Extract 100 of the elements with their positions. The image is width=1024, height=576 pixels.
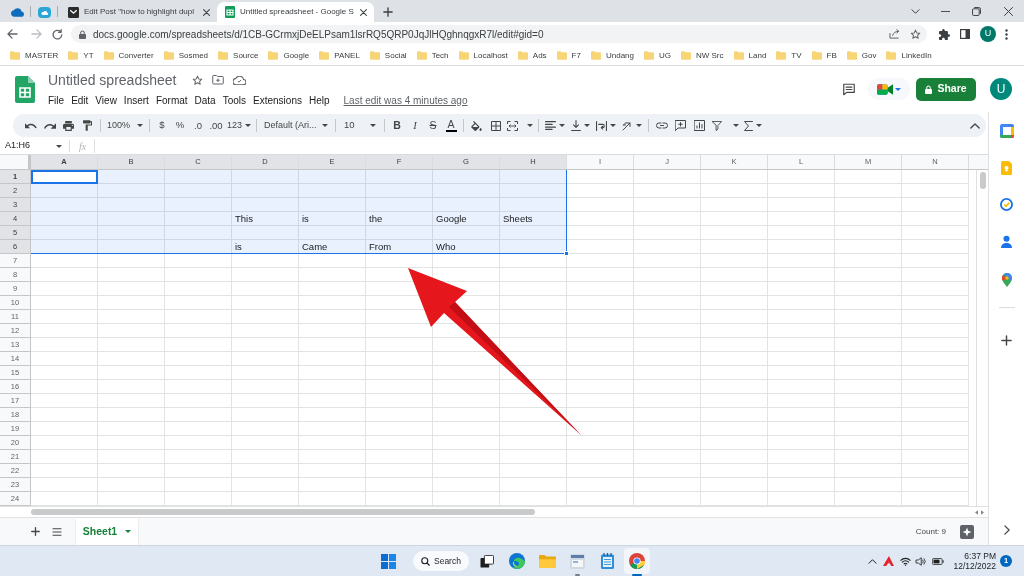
explore-icon[interactable] xyxy=(960,524,974,539)
bold-button[interactable]: B xyxy=(388,117,406,134)
bookmark-link[interactable]: Social xyxy=(384,49,407,62)
share-icon[interactable] xyxy=(889,29,900,39)
notepad-icon[interactable] xyxy=(600,553,614,569)
bookmark-link[interactable]: Land xyxy=(748,49,767,62)
bookmark-link[interactable]: Ads xyxy=(532,49,547,62)
zoom-dropdown[interactable]: 100% xyxy=(104,118,146,133)
caret-icon[interactable] xyxy=(125,530,132,533)
star-icon[interactable] xyxy=(910,28,921,40)
bookmark-link[interactable]: Source xyxy=(233,49,259,62)
chevron-up-icon[interactable] xyxy=(970,122,980,129)
new-tab-plus-icon[interactable] xyxy=(383,7,393,17)
bookmark-link[interactable]: TV xyxy=(791,49,802,62)
bookmark-link[interactable]: Gov xyxy=(861,49,877,62)
folder-move-icon[interactable] xyxy=(212,75,225,85)
caret-icon[interactable] xyxy=(895,87,901,91)
scrollbar-thumb[interactable] xyxy=(31,509,535,515)
account-avatar[interactable]: U xyxy=(990,78,1012,100)
bookmark-link[interactable]: LinkedIn xyxy=(901,49,932,62)
menu-item[interactable]: View xyxy=(95,93,117,108)
caret-icon[interactable] xyxy=(583,124,590,127)
bookmark-link[interactable]: NW Src xyxy=(696,49,724,62)
font-dropdown[interactable]: Default (Ari... xyxy=(260,118,332,133)
chart-icon[interactable] xyxy=(694,120,705,131)
caret-icon[interactable] xyxy=(137,124,143,127)
menu-item[interactable]: Tools xyxy=(222,93,247,108)
bookmark-link[interactable]: PANEL xyxy=(334,49,360,62)
currency-button[interactable]: $ xyxy=(153,118,171,133)
chevron-right-icon[interactable] xyxy=(1003,525,1010,535)
undo-icon[interactable] xyxy=(24,122,37,129)
browser-tab[interactable]: Untitled spreadsheet - Google S xyxy=(217,2,374,22)
bookmark-link[interactable]: MASTER xyxy=(25,49,59,62)
close-icon[interactable] xyxy=(1003,6,1013,16)
star-icon[interactable] xyxy=(192,74,204,86)
add-comment-icon[interactable] xyxy=(675,120,686,131)
contacts-person-icon[interactable] xyxy=(1001,235,1012,248)
italic-button[interactable]: I xyxy=(406,117,424,134)
merge-cells-icon[interactable] xyxy=(507,120,518,131)
restore-icon[interactable] xyxy=(971,6,981,16)
map-pin-icon[interactable] xyxy=(1001,273,1012,287)
bookmark-link[interactable]: Undang xyxy=(605,49,634,62)
chevron-up-icon[interactable] xyxy=(868,558,877,564)
text-rotate-icon[interactable] xyxy=(622,120,633,131)
task-view-icon[interactable] xyxy=(480,554,494,568)
menu-item[interactable]: Edit xyxy=(71,93,89,108)
profile-avatar[interactable]: U xyxy=(980,26,996,42)
clock-date[interactable]: 12/12/2022 xyxy=(953,561,996,571)
back-arrow-icon[interactable] xyxy=(7,29,18,39)
meet-button[interactable] xyxy=(868,78,910,100)
strikethrough-button[interactable]: S xyxy=(424,117,442,134)
bookmark-link[interactable]: Sosmed xyxy=(178,49,209,62)
redo-icon[interactable] xyxy=(43,122,56,129)
more-icon[interactable] xyxy=(1005,28,1008,40)
battery-icon[interactable] xyxy=(932,557,944,565)
calendar-icon[interactable] xyxy=(999,124,1014,138)
menu-item[interactable]: File xyxy=(48,93,65,108)
fill-color-icon[interactable] xyxy=(471,120,482,131)
list-icon[interactable] xyxy=(52,527,62,536)
scroll-left-icon[interactable] xyxy=(975,509,978,515)
menu-item[interactable]: Help xyxy=(308,93,330,108)
caret-icon[interactable] xyxy=(56,144,62,148)
comment-icon[interactable] xyxy=(842,82,856,96)
spreadsheet-logo-icon[interactable] xyxy=(15,75,35,103)
filter-icon[interactable] xyxy=(711,120,722,131)
menu-item[interactable]: Data xyxy=(194,93,216,108)
swirl-logo-icon[interactable] xyxy=(509,553,525,569)
status-count[interactable]: Count: 9 xyxy=(915,525,946,538)
browser-tab[interactable]: Edit Post "how to highlight dupl xyxy=(60,2,217,22)
paint-roller-icon[interactable] xyxy=(83,120,92,131)
video-camera-icon[interactable] xyxy=(877,83,893,95)
clock-time[interactable]: 6:37 PM xyxy=(964,551,996,561)
window-icon[interactable] xyxy=(569,553,585,569)
caret-icon[interactable] xyxy=(732,124,739,127)
active-cell[interactable] xyxy=(31,170,98,184)
task-check-icon[interactable] xyxy=(1000,198,1013,211)
bookmark-link[interactable]: UG xyxy=(659,49,671,62)
share-button[interactable]: Share xyxy=(916,77,976,101)
address-field[interactable]: docs.google.com/spreadsheets/d/1CB-GCrmxjDeELPsam1lsrRQ5QRP0JqJlHQghnqgxR7l/edit#gid=0 xyxy=(71,25,927,43)
caret-icon[interactable] xyxy=(558,124,565,127)
speaker-icon[interactable] xyxy=(915,556,926,566)
text-color-button[interactable]: A xyxy=(447,119,455,130)
close-icon[interactable] xyxy=(360,8,367,16)
sigma-icon[interactable] xyxy=(744,120,753,131)
font-size-dropdown[interactable]: 10 xyxy=(339,118,381,133)
plus-icon[interactable] xyxy=(1001,335,1012,346)
minimize-icon[interactable] xyxy=(940,10,950,12)
search-field[interactable]: Search xyxy=(413,551,469,571)
start-icon[interactable] xyxy=(381,553,396,569)
scroll-right-icon[interactable] xyxy=(981,509,984,515)
borders-icon[interactable] xyxy=(490,120,501,131)
print-icon[interactable] xyxy=(63,120,74,131)
reload-icon[interactable] xyxy=(52,28,63,40)
text-wrap-icon[interactable] xyxy=(596,120,607,131)
bookmark-link[interactable]: Tech xyxy=(431,49,449,62)
last-edit-link[interactable]: Last edit was 4 minutes ago xyxy=(343,93,468,108)
bookmark-link[interactable]: Localhost xyxy=(473,49,508,62)
menu-item[interactable]: Insert xyxy=(123,93,149,108)
decrease-decimal-button[interactable]: .0 xyxy=(189,120,207,131)
caret-icon[interactable] xyxy=(756,124,762,127)
